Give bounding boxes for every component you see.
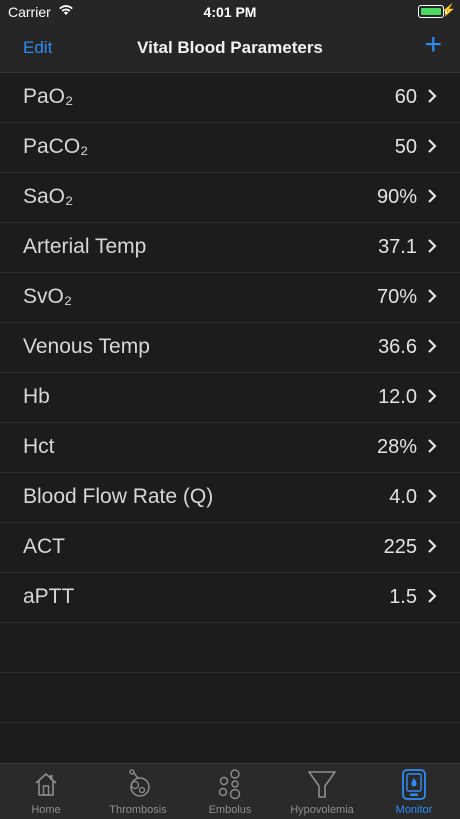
chevron-right-icon [428, 339, 437, 353]
chevron-right-icon [428, 89, 437, 103]
list-row-blood-flow-rate[interactable]: Blood Flow Rate (Q) 4.0 [0, 473, 460, 523]
row-value: 70% [376, 286, 417, 308]
home-icon [35, 772, 57, 796]
tab-hypovolemia[interactable]: Hypovolemia [276, 764, 368, 819]
list-row-act[interactable]: ACT 225 [0, 523, 460, 573]
list-row-hb[interactable]: Hb 12.0 [0, 373, 460, 423]
chevron-right-icon [428, 239, 437, 253]
row-label: ACT [23, 535, 65, 558]
tab-thrombosis[interactable]: Thrombosis [92, 764, 184, 819]
chevron-right-icon [428, 589, 437, 603]
row-value: 1.5 [389, 586, 417, 608]
thrombosis-icon [129, 769, 150, 797]
row-value: 12.0 [378, 386, 417, 408]
row-value: 37.1 [378, 236, 417, 258]
tab-label: Home [31, 804, 61, 816]
tab-label: Thrombosis [109, 804, 167, 816]
row-value: 4.0 [389, 486, 417, 508]
row-label: Blood Flow Rate (Q) [23, 485, 214, 508]
list-row-arterial-temp[interactable]: Arterial Temp 37.1 [0, 223, 460, 273]
row-value: 90% [376, 186, 417, 208]
row-value: 36.6 [378, 336, 417, 358]
row-label: Arterial Temp [23, 235, 147, 258]
tab-label: Monitor [395, 804, 433, 816]
tab-embolus[interactable]: Embolus [184, 764, 276, 819]
chevron-right-icon [428, 489, 437, 503]
parameter-list: PaO₂ 60 PaCO₂ 50 SaO₂ 90% Arterial Temp … [0, 73, 460, 773]
navigation-bar: Edit Vital Blood Parameters + [0, 24, 460, 73]
page-title: Vital Blood Parameters [137, 38, 323, 57]
list-row-venous-temp[interactable]: Venous Temp 36.6 [0, 323, 460, 373]
status-time: 4:01 PM [203, 4, 257, 20]
row-label: SaO₂ [23, 185, 74, 208]
add-button[interactable]: + [424, 30, 442, 60]
row-label: Hct [23, 435, 55, 458]
funnel-icon [308, 771, 336, 798]
row-label: PaCO₂ [23, 135, 89, 158]
chevron-right-icon [428, 189, 437, 203]
chevron-right-icon [428, 439, 437, 453]
row-label: aPTT [23, 585, 75, 608]
chevron-right-icon [428, 389, 437, 403]
monitor-icon [402, 769, 426, 800]
row-label: PaO₂ [23, 85, 74, 108]
row-label: Hb [23, 385, 50, 408]
row-value: 50 [394, 136, 417, 158]
embolus-icon [218, 769, 241, 800]
tab-home[interactable]: Home [0, 764, 92, 819]
list-row-svo2[interactable]: SvO₂ 70% [0, 273, 460, 323]
row-value: 225 [383, 536, 417, 558]
list-row-sao2[interactable]: SaO₂ 90% [0, 173, 460, 223]
row-value: 28% [376, 436, 417, 458]
chevron-right-icon [428, 539, 437, 553]
status-bar: Carrier 4:01 PM ⚡ [0, 0, 460, 24]
tab-label: Embolus [208, 804, 252, 816]
row-label: SvO₂ [23, 285, 72, 308]
list-row-aptt[interactable]: aPTT 1.5 [0, 573, 460, 623]
charging-icon: ⚡ [441, 3, 456, 17]
chevron-right-icon [428, 139, 437, 153]
list-row-pao2[interactable]: PaO₂ 60 [0, 73, 460, 123]
tab-monitor[interactable]: Monitor [368, 764, 460, 819]
empty-row [0, 623, 460, 673]
row-label: Venous Temp [23, 335, 150, 358]
tab-bar: Home Thrombosis Embolus Hypovolemia Moni… [0, 763, 460, 819]
empty-row [0, 673, 460, 723]
list-row-paco2[interactable]: PaCO₂ 50 [0, 123, 460, 173]
chevron-right-icon [428, 289, 437, 303]
list-row-hct[interactable]: Hct 28% [0, 423, 460, 473]
row-value: 60 [394, 86, 417, 108]
tab-label: Hypovolemia [290, 804, 354, 816]
